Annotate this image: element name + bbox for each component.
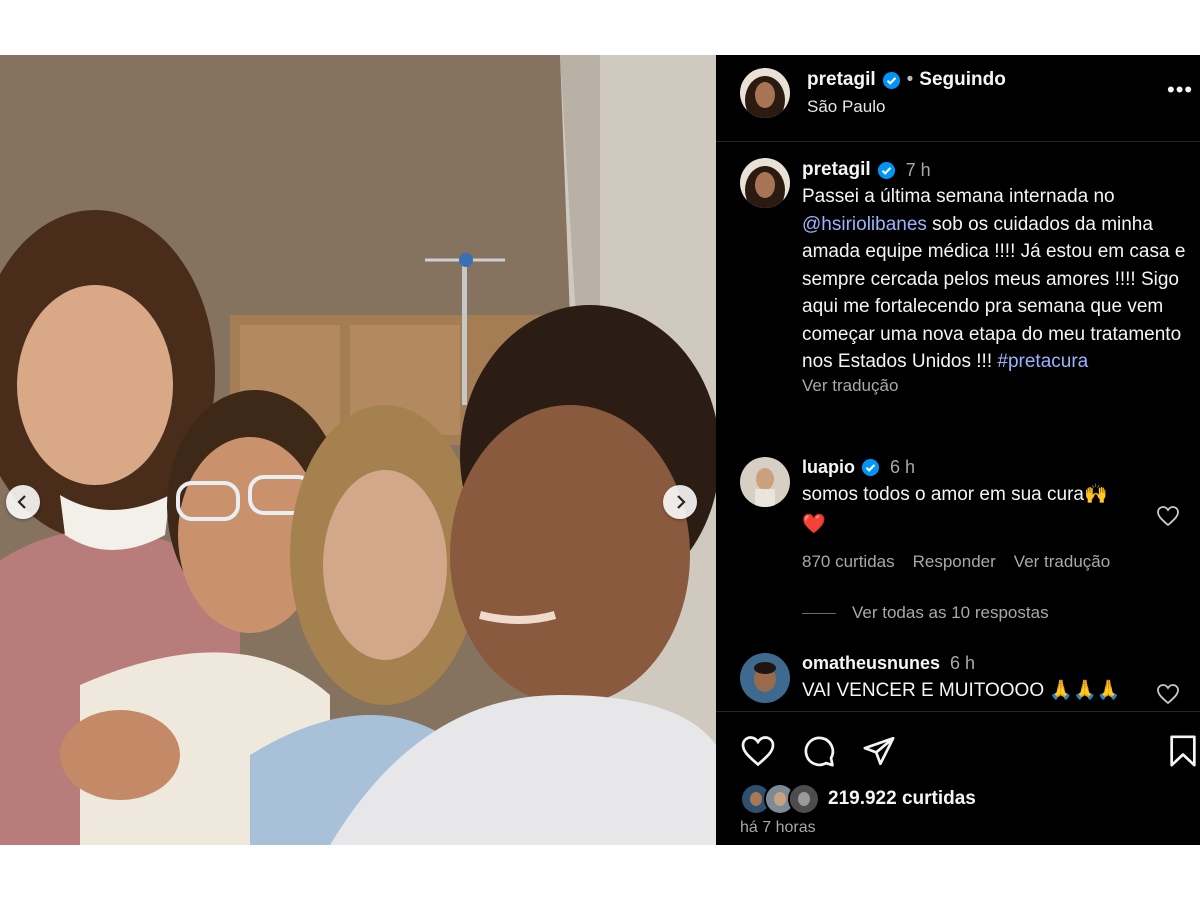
view-replies-label: Ver todas as 10 respostas	[852, 603, 1049, 622]
post-timestamp: há 7 horas	[740, 819, 816, 836]
previous-image-button[interactable]	[6, 485, 40, 519]
comment-header: omatheusnunes 6 h	[802, 653, 1152, 674]
comment-text: somos todos o amor em sua cura🙌	[802, 484, 1108, 505]
hashtag-link[interactable]: #pretacura	[997, 351, 1088, 372]
chevron-left-icon	[17, 495, 26, 509]
commenter-avatar[interactable]	[740, 457, 790, 507]
header-author: pretagil • Seguindo	[807, 69, 1006, 91]
comment-time: 6 h	[950, 653, 976, 673]
comment-body: omatheusnunes 6 h VAI VENCER E MUITOOOO …	[802, 653, 1152, 704]
comment-meta: 870 curtidas Responder Ver tradução	[802, 552, 1152, 572]
replies-divider	[802, 612, 836, 614]
post-header: pretagil • Seguindo São Paulo •••	[716, 55, 1200, 142]
comment-text: VAI VENCER E MUITOOOO 🙏🙏🙏	[802, 680, 1121, 701]
instagram-post: pretagil • Seguindo São Paulo ••• pretag…	[0, 55, 1200, 845]
separator-dot: •	[906, 69, 914, 90]
caption-username[interactable]: pretagil	[802, 159, 871, 181]
view-replies-button[interactable]: Ver todas as 10 respostas	[802, 603, 1049, 623]
bookmark-icon[interactable]	[1168, 734, 1198, 768]
comment-heart-emoji: ❤️	[802, 514, 826, 535]
header-username[interactable]: pretagil	[807, 69, 876, 91]
caption-text-end: sob os cuidados da minha amada equipe mé…	[802, 213, 1186, 373]
post-side-panel: pretagil • Seguindo São Paulo ••• pretag…	[716, 55, 1200, 845]
heart-icon[interactable]	[740, 734, 776, 768]
reply-button[interactable]: Responder	[913, 552, 996, 572]
following-button[interactable]: Seguindo	[919, 69, 1006, 91]
likes-summary[interactable]: 219.922 curtidas	[740, 783, 976, 815]
comment-time: 6 h	[890, 457, 916, 477]
photo-illustration	[0, 55, 716, 845]
caption-header: pretagil 7 h	[802, 159, 1188, 181]
caption-avatar[interactable]	[740, 158, 790, 208]
verified-badge-icon	[877, 161, 895, 179]
likes-count[interactable]: 219.922 curtidas	[828, 788, 976, 810]
caption-see-translation[interactable]: Ver tradução	[802, 376, 1188, 396]
comment-username[interactable]: omatheusnunes	[802, 653, 940, 674]
commenter-avatar[interactable]	[740, 653, 790, 703]
comment-see-translation[interactable]: Ver tradução	[1014, 552, 1110, 572]
comment-icon[interactable]	[802, 734, 836, 768]
more-options-icon[interactable]: •••	[1167, 79, 1193, 101]
caption-time: 7 h	[905, 159, 931, 180]
author-avatar[interactable]	[740, 68, 790, 118]
heart-icon[interactable]	[1156, 683, 1180, 705]
comment-header: luapio 6 h	[802, 457, 1152, 478]
share-icon[interactable]	[862, 734, 896, 768]
comment-body: luapio 6 h somos todos o amor em sua cur…	[802, 457, 1152, 572]
verified-badge-icon	[861, 458, 880, 477]
mention-link[interactable]: @hsiriolibanes	[802, 214, 927, 235]
next-image-button[interactable]	[663, 485, 697, 519]
verified-badge-icon	[882, 71, 900, 89]
liker-avatar	[788, 783, 820, 815]
post-photo[interactable]	[0, 55, 716, 845]
post-actions: 219.922 curtidas há 7 horas	[716, 711, 1200, 845]
chevron-right-icon	[677, 495, 686, 509]
caption-text-start: Passei a última semana internada no	[802, 186, 1115, 207]
caption-body: pretagil 7 h Passei a última semana inte…	[802, 159, 1188, 396]
comment-username[interactable]: luapio	[802, 457, 855, 478]
comment-likes[interactable]: 870 curtidas	[802, 552, 895, 572]
heart-icon[interactable]	[1156, 505, 1180, 527]
caption-text: Passei a última semana internada no @hsi…	[802, 183, 1188, 376]
location-link[interactable]: São Paulo	[807, 97, 885, 117]
